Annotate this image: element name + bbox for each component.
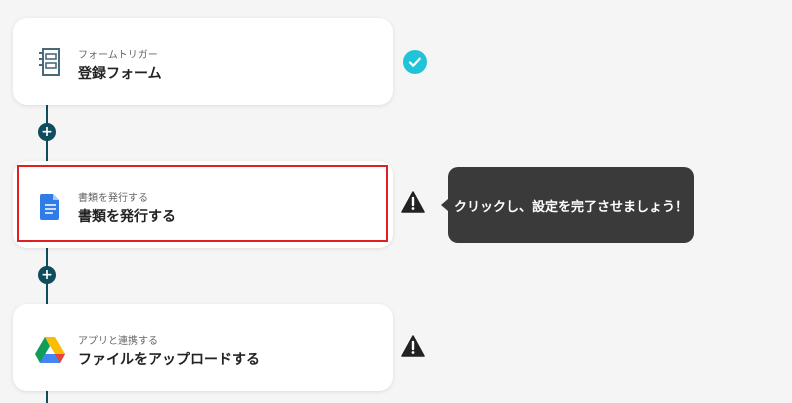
step-title: 登録フォーム [78,66,162,82]
step-card-upload-file[interactable]: アプリと連携する ファイルをアップロードする [13,304,393,391]
google-docs-icon [33,186,67,224]
check-icon [403,50,427,78]
warning-icon [401,191,425,217]
step-type-label: 書類を発行する [78,193,148,204]
step-title: ファイルをアップロードする [78,352,260,368]
step-card-issue-document[interactable]: 書類を発行する 書類を発行する [13,161,393,248]
form-trigger-icon [33,43,67,81]
guide-tooltip: クリックし、設定を完了させましょう！ [441,167,694,243]
add-step-button[interactable]: + [38,123,56,141]
step-type-label: フォームトリガー [78,50,158,61]
step-card-form-trigger[interactable]: フォームトリガー 登録フォーム [13,18,393,105]
google-drive-icon [33,329,67,367]
step-title: 書類を発行する [78,209,176,225]
tooltip-text: クリックし、設定を完了させましょう！ [453,199,688,215]
plus-icon: + [41,123,53,140]
add-step-button[interactable]: + [38,266,56,284]
plus-icon: + [41,266,53,283]
warning-icon [401,335,425,361]
flow-canvas: + + フォームトリガー 登録フォーム 書類を発行する 書類を発行する クリック… [0,0,792,403]
flow-connector [46,390,48,403]
step-type-label: アプリと連携する [78,336,158,347]
